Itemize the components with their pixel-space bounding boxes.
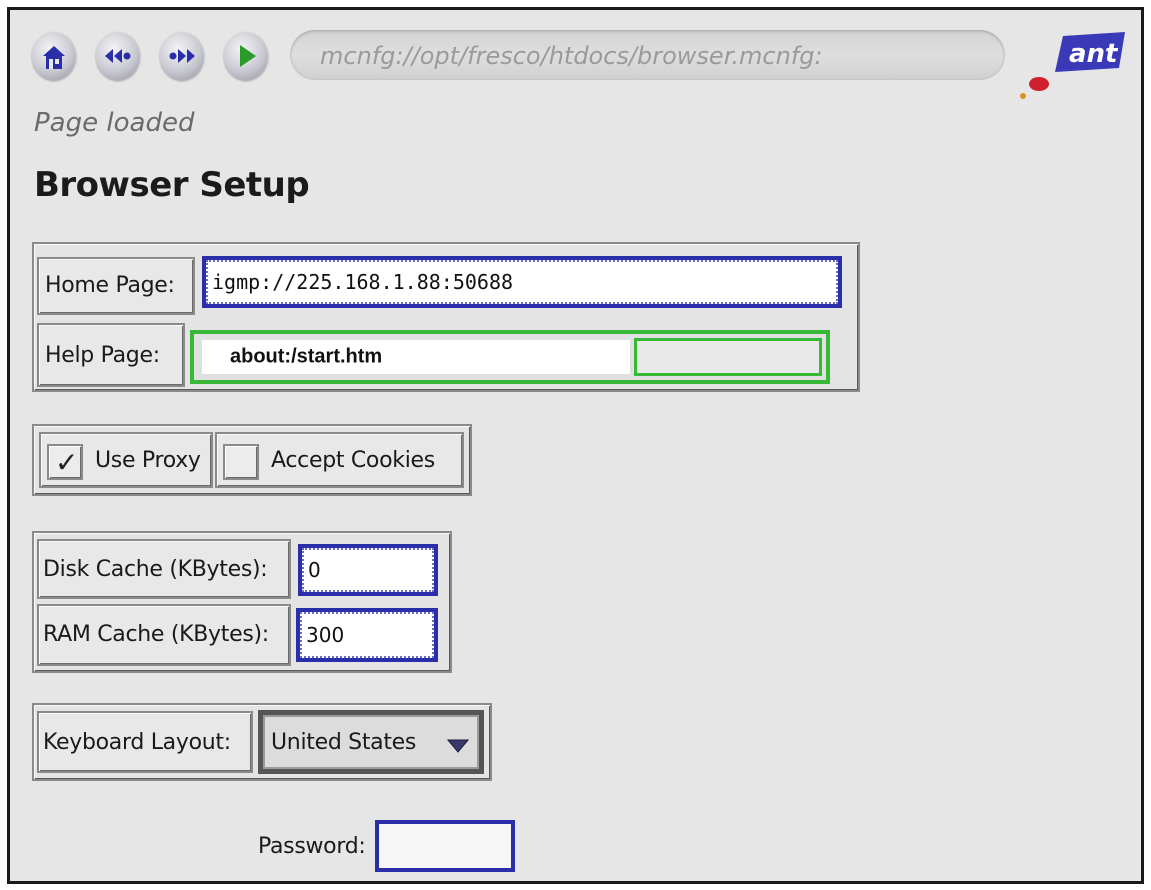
ram-cache-label-cell: RAM Cache (KBytes): [37,604,291,666]
back-icon [105,49,131,63]
ram-cache-input[interactable]: 300 [296,608,438,662]
home-page-value: igmp://225.168.1.88:50688 [212,270,514,294]
back-button[interactable] [96,32,140,80]
keyboard-layout-select[interactable]: United States [258,710,484,774]
ram-cache-value: 300 [306,623,345,647]
accept-cookies-label: Accept Cookies [271,448,435,473]
help-page-text-area: about:/start.htm [202,340,630,374]
forward-button[interactable] [160,32,204,80]
disk-cache-input[interactable]: 0 [298,544,438,596]
help-page-label-cell: Help Page: [37,323,185,387]
home-icon [43,46,65,69]
help-page-label: Help Page: [45,343,160,368]
keyboard-layout-label: Keyboard Layout: [43,730,231,755]
browser-screen: mcnfg://opt/fresco/htdocs/browser.mcnfg:… [7,7,1144,884]
password-input[interactable] [375,820,515,872]
ram-cache-label: RAM Cache (KBytes): [43,622,269,647]
use-proxy-label: Use Proxy [95,448,201,473]
ant-logo: ant [1020,32,1125,99]
go-button[interactable] [224,32,268,80]
use-proxy-option[interactable]: ✓ Use Proxy [39,432,213,488]
disk-cache-label-cell: Disk Cache (KBytes): [37,539,291,599]
home-page-label: Home Page: [45,273,175,298]
help-page-input[interactable]: about:/start.htm [190,330,830,384]
help-page-value: about:/start.htm [230,345,383,368]
home-button[interactable] [32,32,76,80]
checkmark-icon: ✓ [55,446,79,479]
url-text: mcnfg://opt/fresco/htdocs/browser.mcnfg: [320,42,823,70]
disk-cache-label: Disk Cache (KBytes): [43,557,268,582]
forward-icon [169,49,195,63]
keyboard-layout-label-cell: Keyboard Layout: [37,711,253,773]
accept-cookies-checkbox[interactable] [223,444,259,480]
home-page-label-cell: Home Page: [37,257,195,315]
play-icon [240,45,256,67]
home-page-input[interactable]: igmp://225.168.1.88:50688 [202,256,842,308]
chevron-down-icon [447,739,469,753]
page-title: Browser Setup [34,165,310,205]
status-text: Page loaded [34,108,195,138]
use-proxy-checkbox[interactable]: ✓ [47,444,83,480]
disk-cache-value: 0 [308,558,321,582]
accept-cookies-option[interactable]: Accept Cookies [215,432,464,488]
password-label: Password: [258,834,366,859]
url-bar[interactable]: mcnfg://opt/fresco/htdocs/browser.mcnfg: [290,30,1005,80]
logo-text: ant [1069,39,1119,69]
keyboard-layout-value: United States [271,730,417,755]
help-page-extra-field[interactable] [634,338,822,376]
